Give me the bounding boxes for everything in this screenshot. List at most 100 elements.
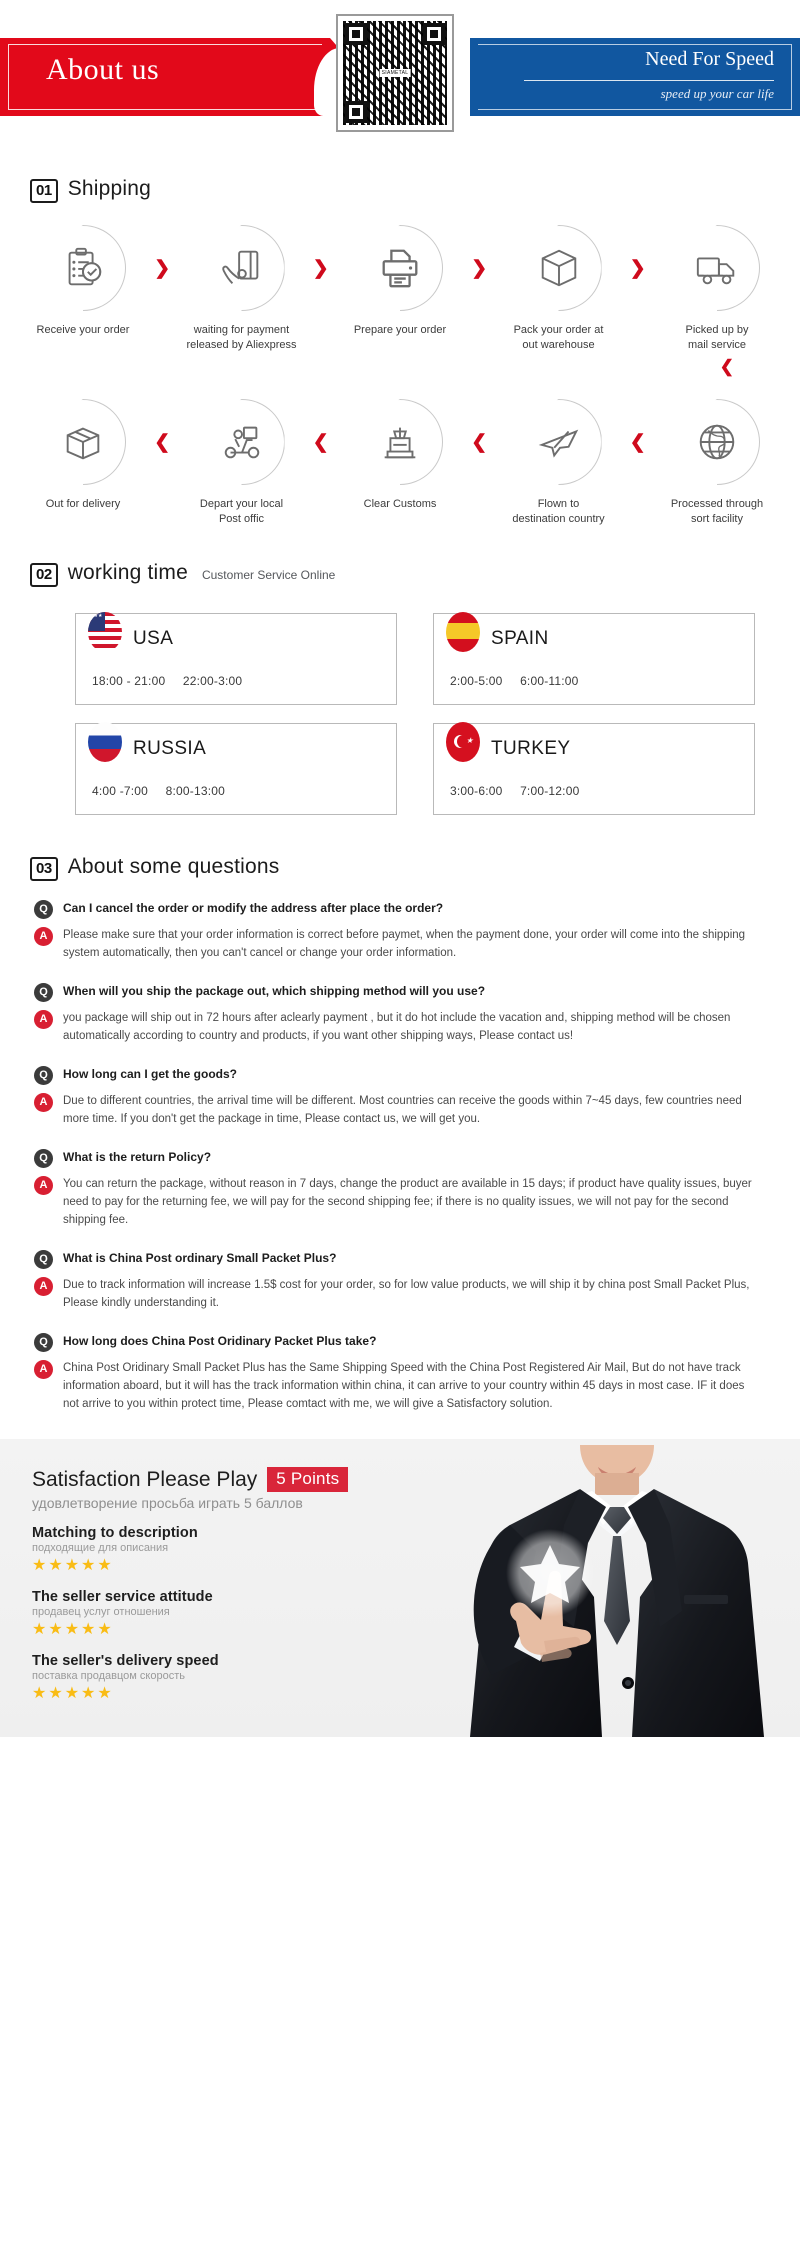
question-badge-icon: Q xyxy=(34,1066,53,1085)
answer-badge-icon: A xyxy=(34,927,53,946)
truck-icon xyxy=(674,225,760,311)
faq-item: Q What is the return Policy? A You can r… xyxy=(34,1148,752,1229)
faq-answer: Please make sure that your order informa… xyxy=(63,929,746,959)
about-us-title: About us xyxy=(46,53,160,86)
rating-label-en: The seller's delivery speed xyxy=(32,1653,219,1669)
satisfaction-title: Satisfaction Please Play xyxy=(32,1467,258,1491)
working-time-cards: USA 18:00 - 21:00 22:00-3:00 SPAIN 2:00-… xyxy=(0,587,800,815)
working-time-card-usa: USA 18:00 - 21:00 22:00-3:00 xyxy=(75,612,397,705)
brand-title: Need For Speed xyxy=(645,48,774,70)
working-hours-slot-1: 3:00-6:00 xyxy=(450,784,503,798)
working-hours: 3:00-6:00 7:00-12:00 xyxy=(450,784,593,798)
chevron-left-icon: ❮ xyxy=(629,432,646,453)
question-badge-icon: Q xyxy=(34,1149,53,1168)
shipping-step-label: Receive your order xyxy=(36,324,130,336)
brand-divider xyxy=(524,80,774,81)
shipping-step-label: Depart your local Post offic xyxy=(199,498,284,525)
working-hours: 2:00-5:00 6:00-11:00 xyxy=(450,674,593,688)
satisfaction-content: Satisfaction Please Play 5 Points удовле… xyxy=(32,1467,412,1703)
faq-heading: 03 About some questions xyxy=(0,855,800,881)
businessman-photo xyxy=(452,1445,782,1737)
rating-label-en: Matching to description xyxy=(32,1525,198,1541)
shipping-step-label: Clear Customs xyxy=(363,498,437,510)
question-badge-icon: Q xyxy=(34,900,53,919)
working-hours-slot-1: 4:00 -7:00 xyxy=(92,784,149,798)
working-time-heading: 02 working time Customer Service Online xyxy=(0,561,800,587)
shipping-step-label: Pack your order at out warehouse xyxy=(513,324,604,351)
chevron-down-icon: ❮ xyxy=(719,357,734,376)
working-hours-slot-2: 8:00-13:00 xyxy=(165,784,225,798)
faq-answer: Due to different countries, the arrival … xyxy=(63,1095,742,1125)
shipping-step: Clear Customs xyxy=(335,399,465,512)
faq-item: Q When will you ship the package out, wh… xyxy=(34,982,752,1045)
country-name: USA xyxy=(133,628,174,649)
rating-block: The seller's delivery speed поставка про… xyxy=(32,1653,412,1703)
rating-label-ru: подходящие для описания xyxy=(32,1542,169,1554)
working-hours: 18:00 - 21:00 22:00-3:00 xyxy=(92,674,256,688)
satisfaction-subtitle-ru: удовлетворение просьба играть 5 баллов xyxy=(32,1495,303,1511)
shipping-steps-row-1: Receive your order ❯ waiting for payment… xyxy=(0,203,800,353)
working-time-card-spain: SPAIN 2:00-5:00 6:00-11:00 xyxy=(433,612,755,705)
shipping-step: Picked up by mail service xyxy=(652,225,782,353)
faq-question: What is China Post ordinary Small Packet… xyxy=(63,1251,337,1265)
faq-question: What is the return Policy? xyxy=(63,1150,212,1164)
shipping-step-label: Out for delivery xyxy=(45,498,121,510)
faq-title: About some questions xyxy=(67,855,280,878)
brand-tagline: speed up your car life xyxy=(660,86,774,101)
faq-answer: China Post Oridinary Small Packet Plus h… xyxy=(63,1362,745,1410)
shipping-step: Processed through sort facility xyxy=(652,399,782,527)
rating-label-ru: продавец услуг отношения xyxy=(32,1606,170,1618)
working-time-subtitle: Customer Service Online xyxy=(201,568,336,582)
box-icon xyxy=(516,225,602,311)
shipping-step: Pack your order at out warehouse xyxy=(494,225,624,353)
qr-eye-top-left xyxy=(345,23,367,45)
working-time-card-turkey: ★ TURKEY 3:00-6:00 7:00-12:00 xyxy=(433,722,755,815)
faq-answer: you package will ship out in 72 hours af… xyxy=(63,1012,731,1042)
printer-icon xyxy=(357,225,443,311)
faq-item: Q Can I cancel the order or modify the a… xyxy=(34,899,752,962)
airplane-icon xyxy=(516,399,602,485)
clipboard-check-icon xyxy=(40,225,126,311)
working-time-section: 02 working time Customer Service Online … xyxy=(0,527,800,815)
shipping-step: Out for delivery xyxy=(18,399,148,512)
question-badge-icon: Q xyxy=(34,1250,53,1269)
faq-item: Q How long does China Post Oridinary Pac… xyxy=(34,1332,752,1413)
answer-badge-icon: A xyxy=(34,1010,53,1029)
working-hours: 4:00 -7:00 8:00-13:00 xyxy=(92,784,239,798)
answer-badge-icon: A xyxy=(34,1093,53,1112)
working-time-card-russia: RUSSIA 4:00 -7:00 8:00-13:00 xyxy=(75,722,397,815)
page-header: About us Need For Speed speed up your ca… xyxy=(0,0,800,155)
shipping-steps-row-2: Out for delivery ❮ Depart your local Pos… xyxy=(0,377,800,527)
faq-question: How long can I get the goods? xyxy=(63,1067,237,1081)
shipping-step: Flown to destination country xyxy=(494,399,624,527)
chevron-right-icon: ❯ xyxy=(471,258,488,279)
country-name: RUSSIA xyxy=(133,738,207,759)
star-rating-icon: ★★★★★ xyxy=(32,1621,114,1638)
working-time-title: working time xyxy=(67,561,188,584)
country-name: TURKEY xyxy=(491,738,571,759)
spain-flag-icon xyxy=(446,612,480,652)
faq-question: Can I cancel the order or modify the add… xyxy=(63,901,444,915)
working-hours-slot-1: 18:00 - 21:00 xyxy=(92,674,166,688)
chevron-right-icon: ❯ xyxy=(312,258,329,279)
chevron-left-icon: ❮ xyxy=(154,432,171,453)
faq-answer: Due to track information will increase 1… xyxy=(63,1279,750,1309)
working-hours-slot-2: 22:00-3:00 xyxy=(182,674,243,688)
star-rating-icon: ★★★★★ xyxy=(32,1557,114,1574)
faq-question: How long does China Post Oridinary Packe… xyxy=(63,1334,377,1348)
country-name: SPAIN xyxy=(491,628,549,649)
working-hours-slot-2: 6:00-11:00 xyxy=(520,674,579,688)
rating-label-en: The seller service attitude xyxy=(32,1589,213,1605)
answer-badge-icon: A xyxy=(34,1277,53,1296)
faq-step-number: 03 xyxy=(30,857,58,881)
open-box-icon xyxy=(40,399,126,485)
shipping-step-number: 01 xyxy=(30,179,58,203)
qr-eye-top-right xyxy=(423,23,445,45)
rating-block: Matching to description подходящие для о… xyxy=(32,1525,412,1575)
question-badge-icon: Q xyxy=(34,1333,53,1352)
shipping-title: Shipping xyxy=(67,177,152,200)
five-points-badge: 5 Points xyxy=(267,1467,349,1492)
customs-stamp-icon xyxy=(357,399,443,485)
satisfaction-section: Satisfaction Please Play 5 Points удовле… xyxy=(0,1439,800,1737)
chevron-left-icon: ❮ xyxy=(312,432,329,453)
